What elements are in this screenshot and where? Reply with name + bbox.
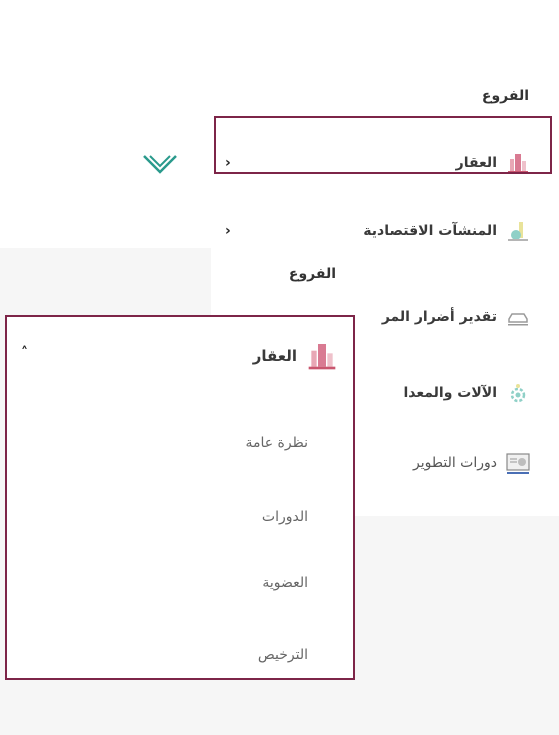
chevron-up-icon[interactable]: ˄ — [21, 345, 28, 361]
chevron-down-icon — [143, 155, 177, 174]
machinery-icon — [505, 380, 531, 406]
expanded-item-real-estate[interactable]: العقار — [253, 339, 339, 373]
sidebar-item-label: تقدير أضرار المر — [381, 309, 497, 325]
sidebar-item-label: المنشآت الاقتصادية — [363, 223, 497, 239]
sidebar-item-economic-facilities[interactable]: المنشآت الاقتصادية ‹ — [211, 206, 559, 256]
expanded-item-label: العقار — [252, 347, 297, 365]
expanded-menu-title: الفروع — [288, 266, 336, 282]
highlight-frame — [214, 116, 552, 174]
submenu-item-overview[interactable]: نظرة عامة — [245, 435, 308, 451]
submenu-item-courses[interactable]: الدورات — [262, 509, 308, 525]
submenu-item-licensing[interactable]: الترخيص — [258, 647, 308, 663]
submenu-item-membership[interactable]: العضوية — [262, 575, 308, 591]
sidebar-item-label: الآلات والمعدا — [403, 385, 497, 401]
sidebar-item-label: دورات التطوير — [413, 455, 497, 471]
sidebar-title: الفروع — [481, 88, 529, 104]
factory-icon — [505, 218, 531, 244]
chevron-left-icon[interactable]: ‹ — [225, 223, 231, 239]
building-icon — [305, 339, 339, 373]
car-damage-icon — [505, 304, 531, 330]
certificate-icon — [505, 450, 531, 476]
sidebar-expanded: العقار ˄ نظرة عامة الدورات العضوية الترخ… — [5, 315, 355, 680]
